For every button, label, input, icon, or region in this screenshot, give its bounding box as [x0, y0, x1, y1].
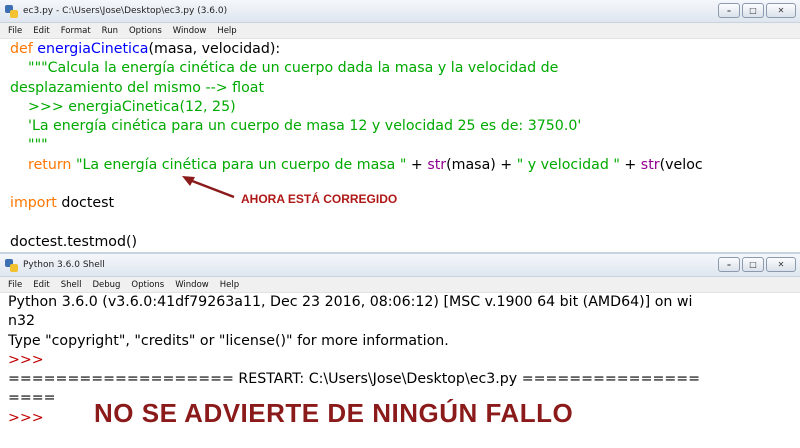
- menu-run[interactable]: Run: [102, 26, 118, 36]
- close-icon: ✕: [777, 260, 785, 269]
- code-line-6: """: [10, 137, 48, 154]
- function-params: (masa, velocidad):: [148, 41, 281, 57]
- code-line-2: """Calcula la energía cinética de un cue…: [10, 60, 559, 77]
- keyword-return: return: [28, 156, 72, 173]
- builtin-str: str: [427, 156, 447, 173]
- shell-title: Python 3.6.0 Shell: [23, 260, 105, 270]
- shell-titlebar[interactable]: Python 3.6.0 Shell – □ ✕: [0, 254, 800, 277]
- minimize-button[interactable]: –: [718, 3, 740, 18]
- shell-line-1: Python 3.6.0 (v3.6.0:41df79263a11, Dec 2…: [8, 294, 693, 310]
- close-icon: ✕: [777, 6, 785, 15]
- shell-menu-window[interactable]: Window: [175, 280, 209, 290]
- python-shell-icon: [5, 258, 18, 272]
- module-name: doctest: [56, 195, 115, 212]
- shell-menu-shell[interactable]: Shell: [61, 280, 82, 290]
- code-line-3: desplazamiento del mismo --> float: [10, 79, 265, 96]
- code-line-11: doctest.testmod(): [10, 233, 138, 250]
- maximize-icon: □: [749, 260, 757, 269]
- editor-title: ec3.py - C:\Users\Jose\Desktop\ec3.py (3…: [23, 6, 228, 16]
- shell-prompt: >>>: [8, 351, 44, 368]
- shell-line-2: n32: [8, 313, 36, 330]
- function-name: energiaCinetica: [37, 41, 149, 57]
- maximize-icon: □: [749, 6, 757, 15]
- shell-menu-options[interactable]: Options: [131, 280, 164, 290]
- shell-line-3: Type "copyright", "credits" or "license(…: [8, 332, 449, 349]
- maximize-button[interactable]: □: [742, 3, 764, 18]
- editor-menubar: File Edit Format Run Options Window Help: [0, 23, 800, 39]
- menu-file[interactable]: File: [8, 26, 22, 36]
- shell-maximize-button[interactable]: □: [742, 257, 764, 272]
- result-note: NO SE ADVIERTE DE NINGÚN FALLO: [94, 398, 574, 428]
- shell-menu-debug[interactable]: Debug: [92, 280, 120, 290]
- minimize-icon: –: [727, 6, 731, 15]
- builtin-str: str: [640, 156, 660, 173]
- operator: +: [406, 156, 428, 173]
- shell-minimize-button[interactable]: –: [718, 257, 740, 272]
- code-line-4: >>> energiaCinetica(12, 25): [10, 98, 236, 115]
- code-line-1: def energiaCinetica(masa, velocidad):: [10, 40, 800, 59]
- shell-menu-edit[interactable]: Edit: [33, 280, 49, 290]
- shell-menubar: File Edit Shell Debug Options Window Hel…: [0, 277, 800, 293]
- string-literal: "La energía cinética para un cuerpo de m…: [75, 156, 407, 173]
- code-line-9: import doctest: [10, 194, 800, 213]
- menu-options[interactable]: Options: [129, 26, 162, 36]
- operator: +: [619, 156, 641, 173]
- close-button[interactable]: ✕: [766, 3, 796, 18]
- keyword-import: import: [10, 195, 57, 212]
- code-fragment: (veloc: [659, 156, 703, 173]
- menu-window[interactable]: Window: [173, 26, 207, 36]
- menu-edit[interactable]: Edit: [33, 26, 49, 36]
- shell-menu-file[interactable]: File: [8, 280, 22, 290]
- shell-close-button[interactable]: ✕: [766, 257, 796, 272]
- python-file-icon: [5, 4, 18, 18]
- menu-help[interactable]: Help: [217, 26, 236, 36]
- code-line-5: 'La energía cinética para un cuerpo de m…: [10, 118, 582, 135]
- shell-line-5: =================== RESTART: C:\Users\Jo…: [8, 371, 701, 388]
- code-line-7: return "La energía cinética para un cuer…: [10, 156, 800, 175]
- annotation-label: AHORA ESTÁ CORREGIDO: [241, 192, 398, 206]
- string-literal: " y velocidad ": [516, 156, 620, 173]
- keyword-def: def: [10, 41, 33, 57]
- menu-format[interactable]: Format: [61, 26, 91, 36]
- code-editor[interactable]: def energiaCinetica(masa, velocidad): ""…: [10, 40, 800, 252]
- shell-menu-help[interactable]: Help: [220, 280, 239, 290]
- code-fragment: (masa) +: [446, 156, 517, 173]
- editor-titlebar[interactable]: ec3.py - C:\Users\Jose\Desktop\ec3.py (3…: [0, 0, 800, 23]
- editor-window: ec3.py - C:\Users\Jose\Desktop\ec3.py (3…: [0, 0, 800, 252]
- minimize-icon: –: [727, 260, 731, 269]
